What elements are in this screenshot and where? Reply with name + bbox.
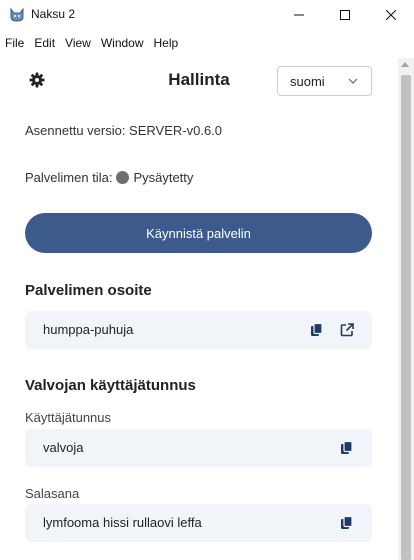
- minimize-button[interactable]: [276, 0, 322, 30]
- server-status-value: Pysäytetty: [133, 170, 194, 185]
- menu-help[interactable]: Help: [149, 33, 184, 53]
- maximize-button[interactable]: [322, 0, 368, 30]
- menu-bar: File Edit View Window Help: [0, 33, 183, 53]
- server-status: Palvelimen tila: Pysäytetty: [25, 170, 193, 185]
- close-button[interactable]: [368, 0, 414, 30]
- window-title: Naksu 2: [31, 7, 76, 21]
- status-dot-icon: [116, 171, 130, 184]
- supervisor-credentials-heading: Valvojan käyttäjätunnus: [25, 377, 196, 394]
- external-link-icon[interactable]: [339, 322, 355, 338]
- scroll-thumb[interactable]: [401, 75, 411, 560]
- username-card: valvoja: [25, 429, 372, 467]
- username-value: valvoja: [43, 440, 84, 455]
- vertical-scrollbar[interactable]: [398, 58, 414, 560]
- scroll-up-arrow-icon[interactable]: [401, 62, 409, 67]
- menu-view[interactable]: View: [60, 33, 96, 53]
- server-address-heading: Palvelimen osoite: [25, 282, 152, 299]
- start-server-button[interactable]: Käynnistä palvelin: [25, 213, 372, 253]
- password-label: Salasana: [25, 486, 80, 501]
- menu-file[interactable]: File: [0, 33, 29, 53]
- server-status-label: Palvelimen tila:: [25, 170, 113, 185]
- minimize-icon: [294, 14, 304, 16]
- copy-icon[interactable]: [339, 515, 355, 531]
- password-value: lymfooma hissi rullaovi leffa: [43, 515, 202, 530]
- installed-version: Asennettu versio: SERVER-v0.6.0: [25, 123, 223, 138]
- copy-icon[interactable]: [339, 440, 355, 456]
- language-select-value: suomi: [290, 74, 325, 89]
- password-card: lymfooma hissi rullaovi leffa: [25, 504, 372, 542]
- maximize-icon: [340, 10, 350, 20]
- server-address-value: humppa-puhuja: [43, 322, 134, 337]
- menu-window[interactable]: Window: [96, 33, 149, 53]
- menu-edit[interactable]: Edit: [29, 33, 60, 53]
- language-select[interactable]: suomi: [277, 66, 372, 96]
- server-address-card: humppa-puhuja: [25, 311, 372, 349]
- naksu-cat-icon: [10, 7, 24, 22]
- chevron-down-icon: [348, 78, 358, 84]
- title-bar: Naksu 2: [0, 0, 414, 30]
- username-label: Käyttäjätunnus: [25, 410, 112, 425]
- copy-icon[interactable]: [309, 322, 325, 338]
- close-icon: [386, 10, 396, 20]
